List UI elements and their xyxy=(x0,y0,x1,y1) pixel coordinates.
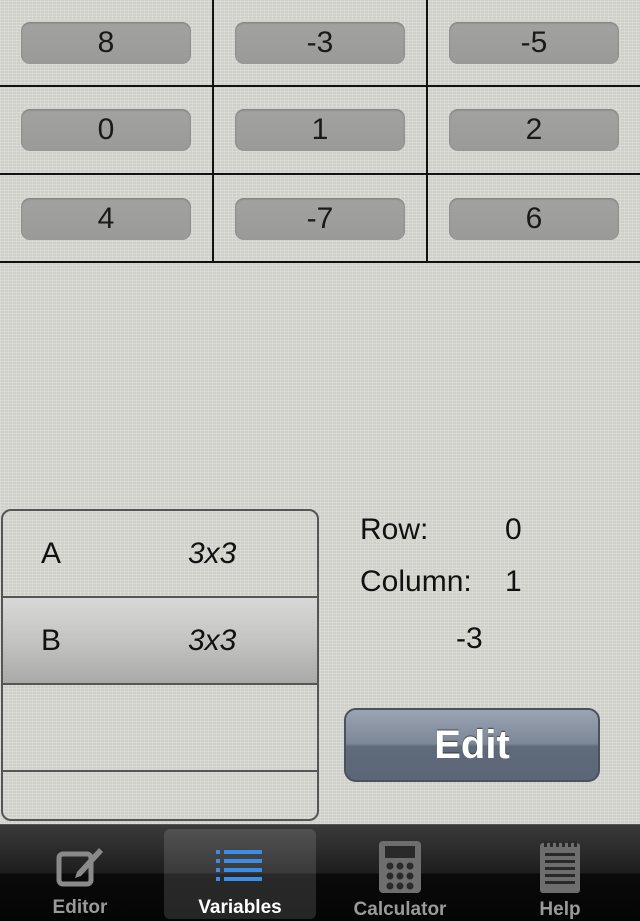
tab-help[interactable]: Help xyxy=(484,829,636,920)
matrix-cell-value[interactable]: -3 xyxy=(235,21,405,64)
matrix-cell-value[interactable]: -7 xyxy=(235,198,405,240)
matrix-cell-1-1[interactable]: 1 xyxy=(214,87,428,175)
variable-size: 3x3 xyxy=(188,537,237,570)
matrix-cell-0-0[interactable]: 8 xyxy=(0,0,214,87)
matrix-cell-0-2[interactable]: -5 xyxy=(428,0,640,87)
tab-variables[interactable]: Variables xyxy=(164,829,316,919)
tab-label: Editor xyxy=(52,897,108,918)
matrix-cell-2-1[interactable]: -7 xyxy=(214,175,428,263)
matrix-cell-1-0[interactable]: 0 xyxy=(0,87,214,175)
tab-bar: Editor Variables Calculator Help xyxy=(0,824,640,921)
matrix-cell-value[interactable]: 0 xyxy=(21,109,191,151)
notepad-icon xyxy=(530,841,590,893)
tab-label: Calculator xyxy=(353,899,447,920)
matrix-cell-value[interactable]: 1 xyxy=(235,109,405,151)
matrix-cell-value[interactable]: 4 xyxy=(21,198,191,240)
tab-calculator[interactable]: Calculator xyxy=(324,829,476,920)
tab-label: Variables xyxy=(198,897,282,918)
pencil-square-icon xyxy=(50,841,110,891)
matrix-cell-value[interactable]: -5 xyxy=(449,21,619,64)
matrix-cell-value[interactable]: 6 xyxy=(449,198,619,240)
variable-row-b[interactable]: B 3x3 xyxy=(3,598,317,685)
column-value: 1 xyxy=(505,565,522,598)
variable-list: A 3x3 B 3x3 xyxy=(1,509,319,821)
cell-value: -3 xyxy=(456,622,483,655)
variable-row-a[interactable]: A 3x3 xyxy=(3,511,317,598)
list-icon xyxy=(210,841,270,891)
matrix-cell-value[interactable]: 8 xyxy=(21,21,191,64)
variable-row-empty[interactable] xyxy=(3,685,317,772)
tab-label: Help xyxy=(539,899,581,920)
tab-editor[interactable]: Editor xyxy=(4,829,156,919)
edit-button[interactable]: Edit xyxy=(344,708,600,782)
variable-name: B xyxy=(41,624,62,657)
row-label: Row: xyxy=(360,513,429,546)
matrix-cell-2-2[interactable]: 6 xyxy=(428,175,640,263)
variable-size: 3x3 xyxy=(188,624,237,657)
matrix-cell-value[interactable]: 2 xyxy=(449,109,619,151)
row-value: 0 xyxy=(505,513,522,546)
matrix-cell-2-0[interactable]: 4 xyxy=(0,175,214,263)
matrix-grid: 8 -3 -5 0 1 2 4 -7 6 xyxy=(0,0,640,263)
calculator-icon xyxy=(370,841,430,893)
column-label: Column: xyxy=(360,565,472,598)
matrix-cell-0-1[interactable]: -3 xyxy=(214,0,428,87)
variable-name: A xyxy=(41,537,62,570)
matrix-cell-1-2[interactable]: 2 xyxy=(428,87,640,175)
